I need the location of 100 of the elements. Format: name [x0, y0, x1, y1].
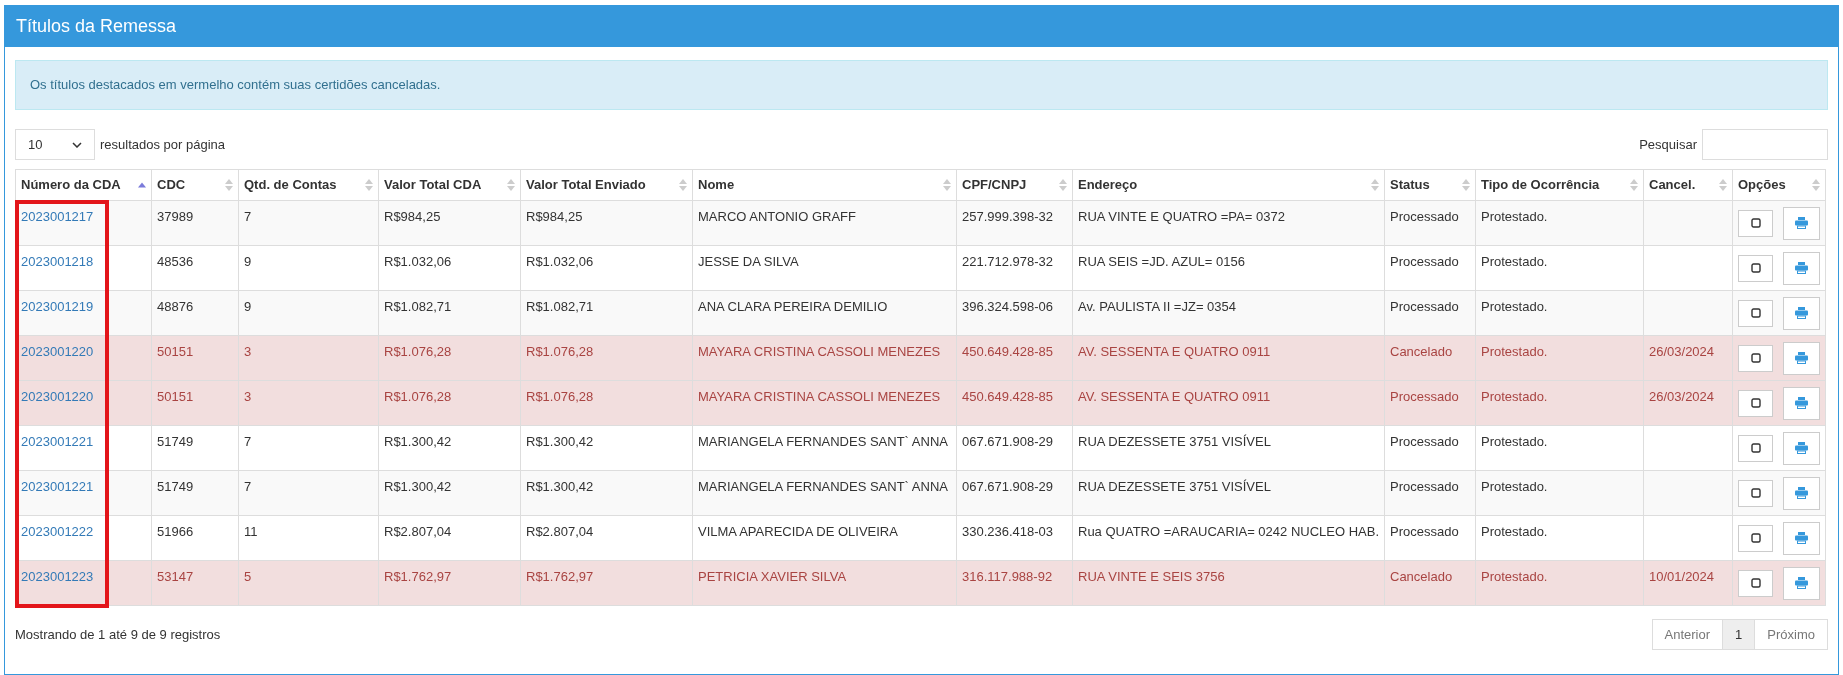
column-header[interactable]: Número da CDA	[15, 169, 152, 201]
table-cell: R$1.300,42	[520, 425, 693, 471]
cda-link[interactable]: 2023001222	[21, 524, 94, 539]
table-cell: Processado	[1384, 470, 1476, 516]
table-cell: Protestado.	[1475, 200, 1644, 246]
page-size-select[interactable]: 10	[15, 129, 95, 160]
table-cell: R$1.082,71	[520, 290, 693, 336]
table-cell: 3	[238, 380, 379, 426]
print-button[interactable]	[1783, 431, 1820, 465]
table-cell: AV. SESSENTA E QUATRO 0911	[1072, 380, 1385, 426]
select-button[interactable]	[1738, 344, 1774, 372]
select-button[interactable]	[1738, 569, 1774, 597]
table-cell: 51749	[151, 470, 239, 516]
table-cell: RUA SEIS =JD. AZUL= 0156	[1072, 245, 1385, 291]
cda-link[interactable]: 2023001219	[21, 299, 94, 314]
page-button[interactable]: 1	[1722, 619, 1756, 650]
table-cell: 26/03/2024	[1643, 380, 1733, 426]
table-cell: MARIANGELA FERNANDES SANT` ANNA	[692, 425, 957, 471]
cda-link[interactable]: 2023001221	[21, 479, 94, 494]
table-cell: R$1.076,28	[520, 380, 693, 426]
table-cell: 51966	[151, 515, 239, 561]
select-button[interactable]	[1738, 254, 1774, 282]
panel-title: Títulos da Remessa	[5, 6, 1838, 47]
print-icon	[1795, 217, 1809, 229]
table-cell: 7	[238, 425, 379, 471]
column-header[interactable]: Valor Total CDA	[378, 169, 521, 201]
table-cell: 067.671.908-29	[956, 425, 1073, 471]
column-header[interactable]: Cancel.	[1643, 169, 1733, 201]
table-cell: 450.649.428-85	[956, 335, 1073, 381]
square-icon	[1750, 533, 1761, 543]
column-header[interactable]: CPF/CNPJ	[956, 169, 1073, 201]
column-header[interactable]: Nome	[692, 169, 957, 201]
table-cell: 7	[238, 470, 379, 516]
column-header[interactable]: Opções	[1732, 169, 1826, 201]
column-header[interactable]: Tipo de Ocorrência	[1475, 169, 1644, 201]
print-button[interactable]	[1783, 386, 1820, 420]
search-field[interactable]	[1702, 129, 1828, 160]
print-button[interactable]	[1783, 566, 1820, 600]
table-cell: 7	[238, 200, 379, 246]
square-icon	[1750, 308, 1761, 318]
table-cell: MAYARA CRISTINA CASSOLI MENEZES	[692, 335, 957, 381]
table-cell: VILMA APARECIDA DE OLIVEIRA	[692, 515, 957, 561]
column-header[interactable]: Endereço	[1072, 169, 1385, 201]
table-cell: JESSE DA SILVA	[692, 245, 957, 291]
table-cell: Protestado.	[1475, 560, 1644, 606]
square-icon	[1750, 488, 1761, 498]
table-cell: R$1.300,42	[378, 470, 521, 516]
print-icon	[1795, 262, 1809, 274]
square-icon	[1750, 263, 1761, 273]
table-cell: 50151	[151, 335, 239, 381]
table-cell: 9	[238, 290, 379, 336]
table-cell: R$1.300,42	[520, 470, 693, 516]
cda-link[interactable]: 2023001217	[21, 209, 94, 224]
column-header[interactable]: CDC	[151, 169, 239, 201]
table-cell: MARIANGELA FERNANDES SANT` ANNA	[692, 470, 957, 516]
page-button[interactable]: Anterior	[1651, 619, 1724, 650]
print-button[interactable]	[1783, 341, 1820, 375]
square-icon	[1750, 218, 1761, 228]
cda-link[interactable]: 2023001220	[21, 389, 94, 404]
table-cell: Protestado.	[1475, 425, 1644, 471]
table-cell: R$984,25	[378, 200, 521, 246]
print-icon	[1795, 532, 1809, 544]
table-cell: R$1.032,06	[520, 245, 693, 291]
table-cell: 11	[238, 515, 379, 561]
select-button[interactable]	[1738, 524, 1774, 552]
table-cell: R$1.300,42	[378, 425, 521, 471]
table-cell: Cancelado	[1384, 560, 1476, 606]
print-button[interactable]	[1783, 296, 1820, 330]
table-cell: R$1.762,97	[378, 560, 521, 606]
table-cell: RUA DEZESSETE 3751 VISÍVEL	[1072, 425, 1385, 471]
table-cell: R$1.076,28	[378, 335, 521, 381]
select-button[interactable]	[1738, 389, 1774, 417]
cda-link[interactable]: 2023001223	[21, 569, 94, 584]
column-header[interactable]: Valor Total Enviado	[520, 169, 693, 201]
table-cell: R$1.032,06	[378, 245, 521, 291]
table-cell: Processado	[1384, 200, 1476, 246]
select-button[interactable]	[1738, 434, 1774, 462]
table-cell: MARCO ANTONIO GRAFF	[692, 200, 957, 246]
page-button[interactable]: Próximo	[1754, 619, 1828, 650]
table-cell: 48536	[151, 245, 239, 291]
cda-link[interactable]: 2023001220	[21, 344, 94, 359]
table-cell: MAYARA CRISTINA CASSOLI MENEZES	[692, 380, 957, 426]
print-button[interactable]	[1783, 521, 1820, 555]
print-button[interactable]	[1783, 206, 1820, 240]
print-button[interactable]	[1783, 251, 1820, 285]
table-cell: R$2.807,04	[520, 515, 693, 561]
table-cell: Protestado.	[1475, 290, 1644, 336]
print-button[interactable]	[1783, 476, 1820, 510]
table-cell: 51749	[151, 425, 239, 471]
column-header[interactable]: Status	[1384, 169, 1476, 201]
cda-link[interactable]: 2023001221	[21, 434, 94, 449]
table-cell: 257.999.398-32	[956, 200, 1073, 246]
cda-link[interactable]: 2023001218	[21, 254, 94, 269]
table-cell: R$1.076,28	[520, 335, 693, 381]
column-header[interactable]: Qtd. de Contas	[238, 169, 379, 201]
select-button[interactable]	[1738, 479, 1774, 507]
square-icon	[1750, 578, 1761, 588]
select-button[interactable]	[1738, 209, 1774, 237]
table-cell: 10/01/2024	[1643, 560, 1733, 606]
select-button[interactable]	[1738, 299, 1774, 327]
